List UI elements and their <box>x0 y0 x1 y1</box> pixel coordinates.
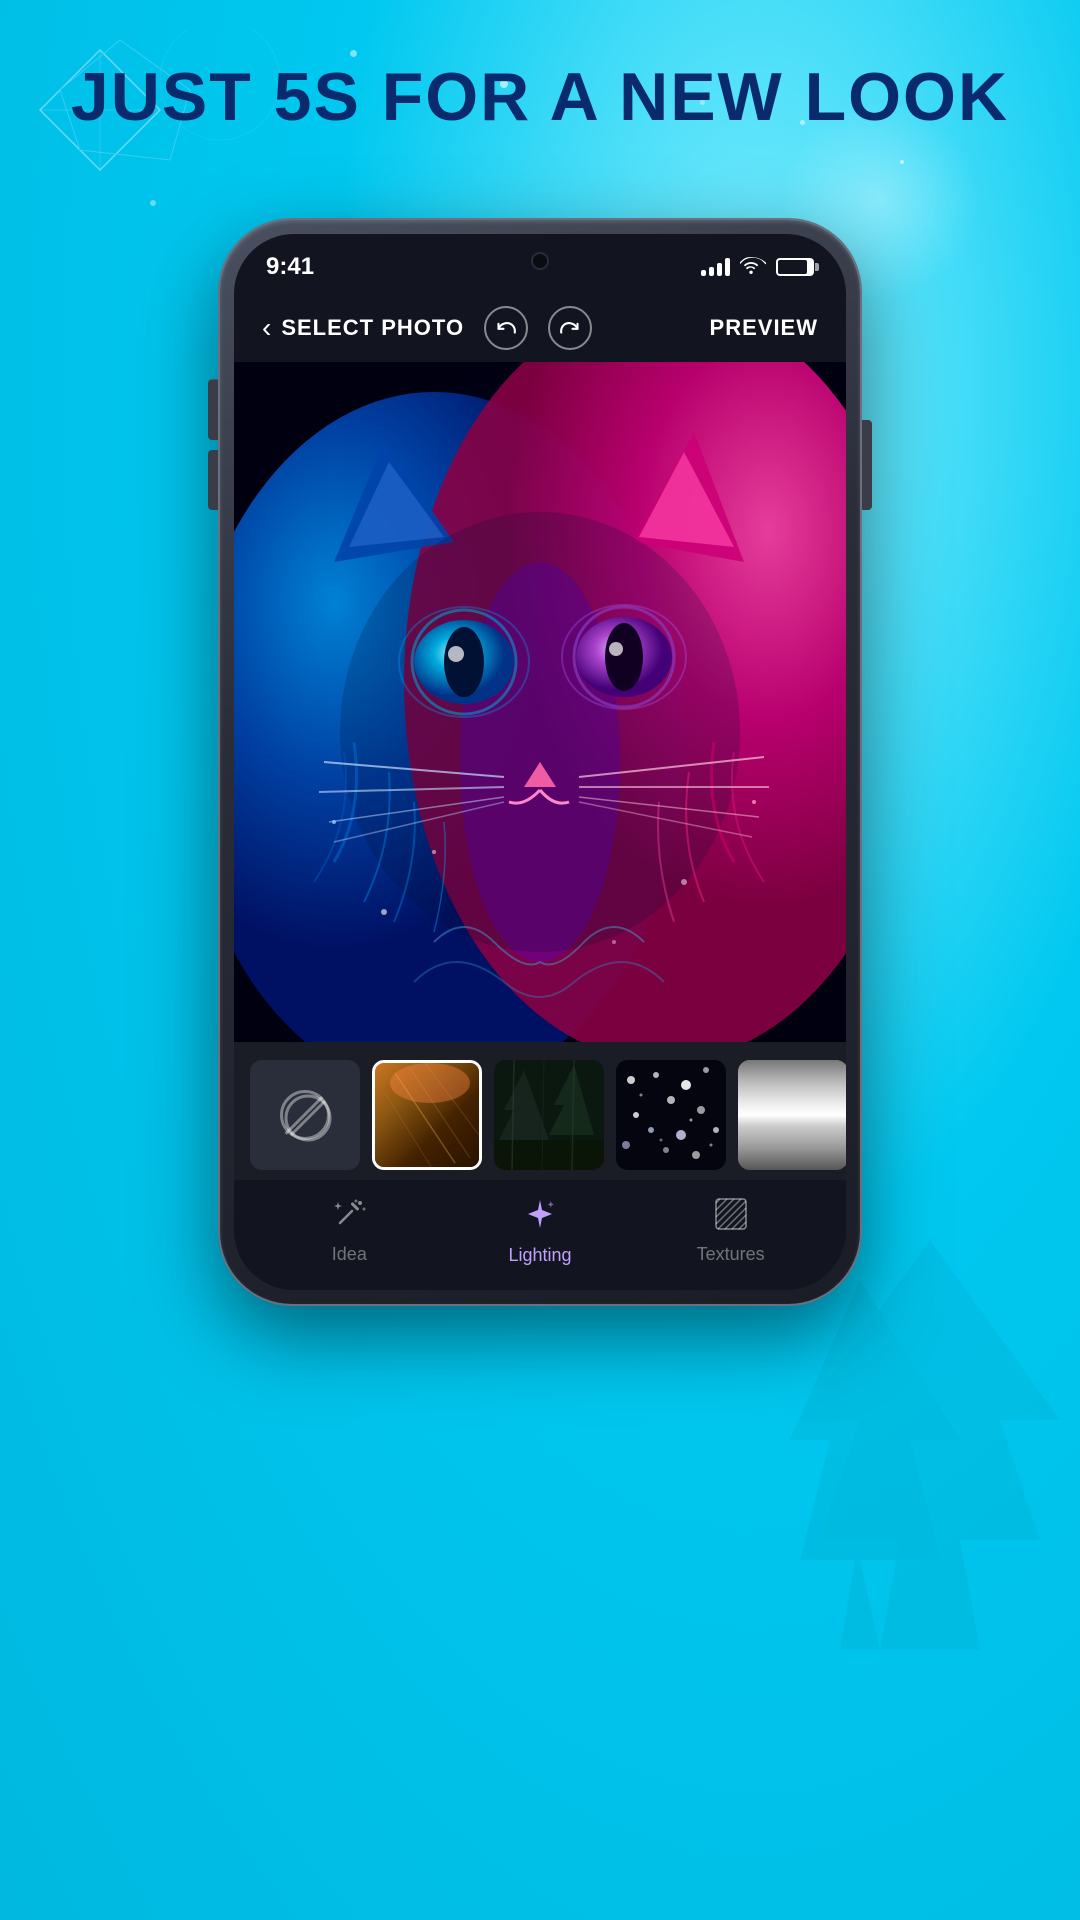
texture-forest-item[interactable] <box>494 1060 604 1170</box>
status-time: 9:41 <box>266 253 314 281</box>
back-arrow-icon: ‹ <box>262 312 271 344</box>
phone-outer: 9:41 ‹ <box>220 220 860 1304</box>
idea-label: Idea <box>332 1244 367 1265</box>
bottom-nav-lighting[interactable]: Lighting <box>480 1196 600 1266</box>
phone-screen: 9:41 ‹ <box>234 234 846 1290</box>
camera-hole <box>531 252 549 270</box>
signal-bars-icon <box>701 258 730 276</box>
textures-label: Textures <box>697 1244 765 1265</box>
bottom-nav-idea[interactable]: Idea <box>289 1197 409 1265</box>
preview-button[interactable]: PREVIEW <box>710 315 818 341</box>
texture-bronze-item[interactable] <box>372 1060 482 1170</box>
texture-none-item[interactable] <box>250 1060 360 1170</box>
textures-icon <box>714 1197 748 1238</box>
app-headline: JUST 5S FOR A NEW LOOK <box>0 60 1080 135</box>
nav-back-button[interactable]: ‹ SELECT PHOTO <box>262 312 464 344</box>
no-texture-icon <box>280 1090 330 1140</box>
wifi-icon <box>740 257 766 277</box>
lighting-label: Lighting <box>508 1245 571 1266</box>
main-image-area <box>234 362 846 1042</box>
bottom-nav-textures[interactable]: Textures <box>671 1197 791 1265</box>
texture-chrome-item[interactable] <box>738 1060 846 1170</box>
battery-icon <box>776 258 814 276</box>
undo-button[interactable] <box>484 306 528 350</box>
nav-bar: ‹ SELECT PHOTO <box>234 294 846 362</box>
nav-title: SELECT PHOTO <box>281 315 464 341</box>
cat-photo <box>234 362 846 1042</box>
idea-icon <box>332 1197 366 1238</box>
status-icons <box>701 257 814 277</box>
textures-bar <box>234 1042 846 1180</box>
nav-center-icons <box>484 306 592 350</box>
lighting-icon <box>522 1196 558 1239</box>
redo-button[interactable] <box>548 306 592 350</box>
bottom-nav: Idea Lighting <box>234 1180 846 1290</box>
phone-mockup: 9:41 ‹ <box>220 220 860 1304</box>
texture-space-item[interactable] <box>616 1060 726 1170</box>
